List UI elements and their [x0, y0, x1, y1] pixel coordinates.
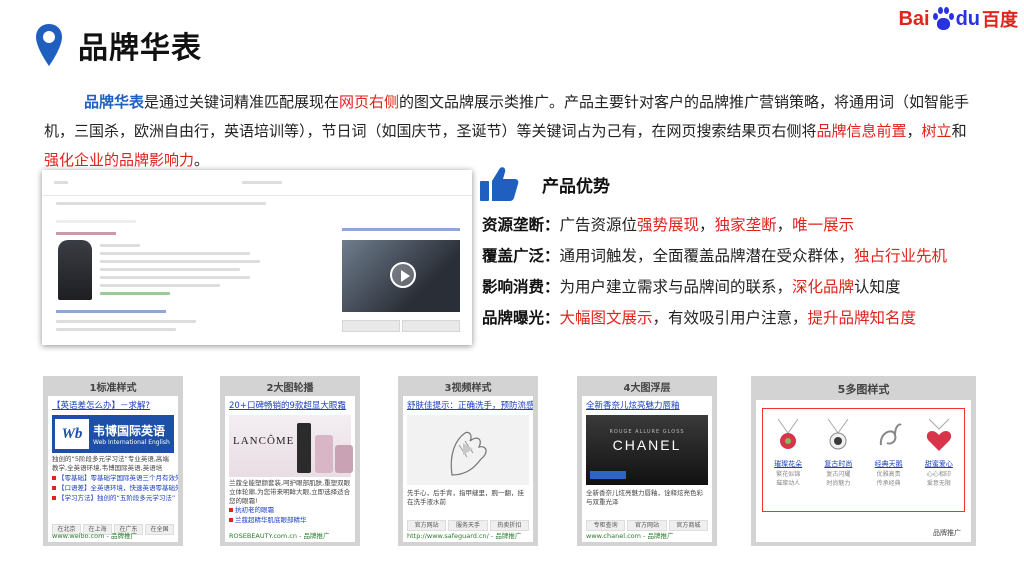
handwash-video-image — [407, 415, 529, 485]
video-thumbnail-image — [342, 240, 460, 312]
product-grid: 璀璨花朵 繁花似锦 璀璨动人 复古时尚 复古闪耀 时尚魅力 经典天鹅 优雅高贵 … — [762, 408, 965, 512]
advantage-row-coverage: 覆盖广泛：通用词触发，全面覆盖品牌潜在受众群体，独占行业先机 — [482, 247, 948, 265]
card-button[interactable]: 在全国 — [145, 524, 174, 535]
chanel-product-image: ROUGE ALLURE GLOSS CHANEL — [586, 415, 708, 485]
card-headline[interactable]: 舒肤佳提示：正确洗手，预防流感 — [403, 396, 533, 414]
intro-paragraph: 品牌华表是通过关键词精准匹配展现在网页右侧的图文品牌展示类推广。产品主要针对客户… — [44, 93, 970, 169]
advantages-list: 资源垄断：广告资源位强势展现，独家垄断，唯一展示 覆盖广泛：通用词触发，全面覆盖… — [482, 210, 947, 334]
lancome-product-image: LANCÔME — [229, 415, 353, 477]
advantage-row-resource: 资源垄断：广告资源位强势展现，独家垄断，唯一展示 — [482, 216, 855, 234]
play-icon — [390, 262, 416, 288]
search-result-screenshot — [42, 170, 472, 345]
card-headline[interactable]: 【英语差怎么办】－求解? — [48, 396, 178, 414]
paw-icon — [931, 6, 955, 32]
card-link[interactable]: 【学习方法】独创的“五阶段多元学习法” — [48, 493, 178, 503]
card-link[interactable]: 兰蔻超精华肌底眼部精华 — [225, 515, 355, 525]
product-tile[interactable]: 复古时尚 复古闪耀 时尚魅力 — [814, 415, 862, 511]
advantage-row-exposure: 品牌曝光：大幅图文展示，有效吸引用户注意，提升品牌知名度 — [482, 309, 917, 327]
product-tile[interactable]: 经典天鹅 优雅高贵 传承经典 — [865, 415, 913, 511]
webi-logo-banner: Wb 韦博国际英语 Web International English — [52, 415, 174, 453]
card-link[interactable]: 【零基础】零基础学国际英语三个月有效外语培训 — [48, 473, 178, 483]
header: 品牌华表 — [34, 22, 202, 68]
search-bar-image — [42, 170, 472, 196]
location-pin-icon — [34, 22, 64, 68]
card-headline[interactable]: 全新香奈儿炫亮魅力唇釉 — [582, 396, 712, 414]
play-icon[interactable] — [463, 443, 473, 455]
product-tile[interactable]: 甜蜜爱心 心心相印 爱意无限 — [915, 415, 963, 511]
thumbs-up-icon — [478, 165, 520, 203]
person-photo-image — [58, 240, 92, 300]
advantages-header: 产品优势 — [478, 165, 610, 203]
video-button-row — [342, 320, 460, 332]
advantages-title: 产品优势 — [542, 176, 610, 197]
sample-card-floating: 4大图浮层 全新香奈儿炫亮魅力唇釉 ROUGE ALLURE GLOSS CHA… — [577, 376, 717, 546]
baidu-logo: Bai du 百度 — [898, 6, 1018, 32]
card-link[interactable]: 【口语差】全英语环境，快速英语零基础外教 — [48, 483, 178, 493]
sample-card-carousel: 2大图轮播 20+口碑畅销的9款超显大眼霜 LANCÔME 兰蔻全能塑颜套装,呵… — [220, 376, 360, 546]
sample-card-standard: 1标准样式 【英语差怎么办】－求解? Wb 韦博国际英语 Web Interna… — [43, 376, 183, 546]
card-headline[interactable]: 20+口碑畅销的9款超显大眼霜 — [225, 396, 355, 414]
sample-card-multi-image: 5多图样式 璀璨花朵 繁花似锦 璀璨动人 复古时尚 复古闪耀 时尚魅力 经典天鹅… — [751, 376, 976, 546]
card-link[interactable]: 抗初老的眼霜 — [225, 505, 355, 515]
product-tile[interactable]: 璀璨花朵 繁花似锦 璀璨动人 — [764, 415, 812, 511]
page-title: 品牌华表 — [78, 31, 202, 66]
advantage-row-consumption: 影响消费：为用户建立需求与品牌间的联系，深化品牌认知度 — [482, 278, 901, 296]
card-button[interactable]: 官方商城 — [668, 520, 708, 531]
sample-card-video: 3视频样式 舒肤佳提示：正确洗手，预防流感 先手心，后手背，指甲缝里，腕一翻，挂… — [398, 376, 538, 546]
